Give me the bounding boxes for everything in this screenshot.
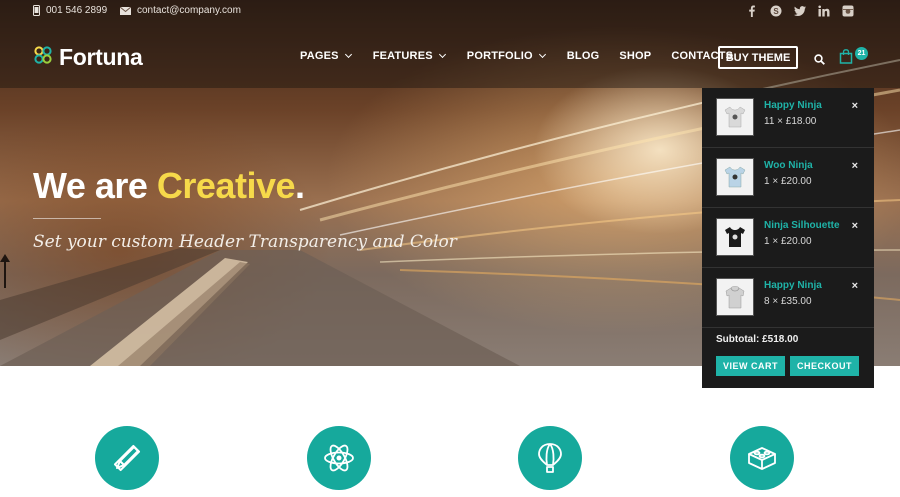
logo-mark-icon	[33, 45, 53, 70]
cart-item-name[interactable]: Happy Ninja	[764, 100, 822, 111]
cart-count-badge: 21	[855, 47, 868, 60]
nav-item-label: FEATURES	[372, 50, 433, 62]
nav-item-label: PAGES	[300, 50, 339, 62]
shopping-bag-icon[interactable]	[839, 49, 853, 69]
cart-item-quantity: 1 × £20.00	[764, 236, 812, 247]
envelope-icon	[120, 6, 131, 15]
nav-item-features[interactable]: FEATURES	[372, 50, 446, 62]
email-contact[interactable]: contact@company.com	[120, 5, 241, 16]
feature-circle[interactable]	[730, 426, 794, 490]
view-cart-button[interactable]: VIEW CART	[716, 356, 785, 376]
svg-text:S: S	[773, 7, 779, 16]
hoodie-icon	[725, 286, 745, 309]
hero-subtitle: Set your custom Header Transparency and …	[33, 232, 457, 252]
cart-item-quantity: 8 × £35.00	[764, 296, 812, 307]
chevron-down-icon	[538, 50, 546, 59]
logo-text: Fortuna	[59, 44, 143, 70]
cart-item-name[interactable]: Ninja Silhouette	[764, 220, 840, 231]
facebook-icon[interactable]	[746, 5, 758, 17]
cart-item: Ninja Silhouette 1 × £20.00 ×	[702, 208, 874, 268]
hot-air-balloon-icon	[538, 443, 562, 473]
linkedin-icon[interactable]	[818, 5, 830, 17]
phone-contact[interactable]: 001 546 2899	[33, 5, 107, 16]
chevron-down-icon	[344, 50, 352, 59]
remove-item-button[interactable]: ×	[852, 220, 858, 232]
cart-subtotal: Subtotal: £518.00	[716, 334, 799, 345]
product-thumbnail[interactable]	[716, 98, 754, 136]
skype-icon[interactable]: S	[770, 5, 782, 17]
hero-title-prefix: We are	[33, 165, 157, 206]
search-icon[interactable]	[814, 52, 825, 70]
phone-number: 001 546 2899	[46, 5, 108, 16]
remove-item-button[interactable]: ×	[852, 280, 858, 292]
hero-title-suffix: .	[295, 165, 305, 206]
nav-item-blog[interactable]: BLOG	[567, 50, 600, 62]
product-thumbnail[interactable]	[716, 278, 754, 316]
top-bar: 001 546 2899 contact@company.com S	[0, 0, 900, 24]
cart-item: Woo Ninja 1 × £20.00 ×	[702, 148, 874, 208]
mini-cart-dropdown: Happy Ninja 11 × £18.00 × Woo Ninja 1 × …	[702, 88, 874, 388]
instagram-icon[interactable]	[842, 5, 854, 17]
product-thumbnail[interactable]	[716, 218, 754, 256]
lego-brick-icon	[748, 447, 776, 470]
hero-title-accent: Creative	[156, 165, 296, 206]
cart-item-name[interactable]: Woo Ninja	[764, 160, 813, 171]
phone-icon	[33, 5, 40, 16]
cart-item: Happy Ninja 8 × £35.00 ×	[702, 268, 874, 328]
hero-title: We are Creative.	[33, 165, 305, 207]
nav-item-label: SHOP	[619, 50, 652, 62]
nav-item-portfolio[interactable]: PORTFOLIO	[466, 50, 546, 62]
chevron-down-icon	[438, 50, 446, 59]
email-address: contact@company.com	[137, 5, 241, 16]
site-logo[interactable]: Fortuna	[33, 44, 143, 71]
atom-icon	[324, 444, 354, 472]
cart-item-quantity: 1 × £20.00	[764, 176, 812, 187]
remove-item-button[interactable]: ×	[852, 160, 858, 172]
tshirt-icon	[724, 106, 746, 128]
remove-item-button[interactable]: ×	[852, 100, 858, 112]
hero-divider	[33, 218, 101, 219]
buy-theme-button[interactable]: BUY THEME	[718, 46, 798, 69]
product-thumbnail[interactable]	[716, 158, 754, 196]
nav-item-label: PORTFOLIO	[466, 50, 533, 62]
cart-item-name[interactable]: Happy Ninja	[764, 280, 822, 291]
nav-item-pages[interactable]: PAGES	[300, 50, 352, 62]
main-nav: PAGES FEATURES PORTFOLIO BLOG SHOP CONTA…	[300, 50, 733, 62]
feature-circle[interactable]	[518, 426, 582, 490]
feature-circle[interactable]	[95, 426, 159, 490]
pencil-ruler-icon	[113, 444, 141, 472]
checkout-button[interactable]: CHECKOUT	[790, 356, 859, 376]
tshirt-icon	[725, 227, 745, 247]
social-links: S	[746, 5, 854, 17]
cart-item: Happy Ninja 11 × £18.00 ×	[702, 88, 874, 148]
twitter-icon[interactable]	[794, 5, 806, 17]
nav-item-label: BLOG	[566, 50, 600, 62]
feature-circle[interactable]	[307, 426, 371, 490]
nav-item-shop[interactable]: SHOP	[619, 50, 651, 62]
cart-item-quantity: 11 × £18.00	[764, 116, 817, 127]
tshirt-icon	[724, 166, 746, 188]
